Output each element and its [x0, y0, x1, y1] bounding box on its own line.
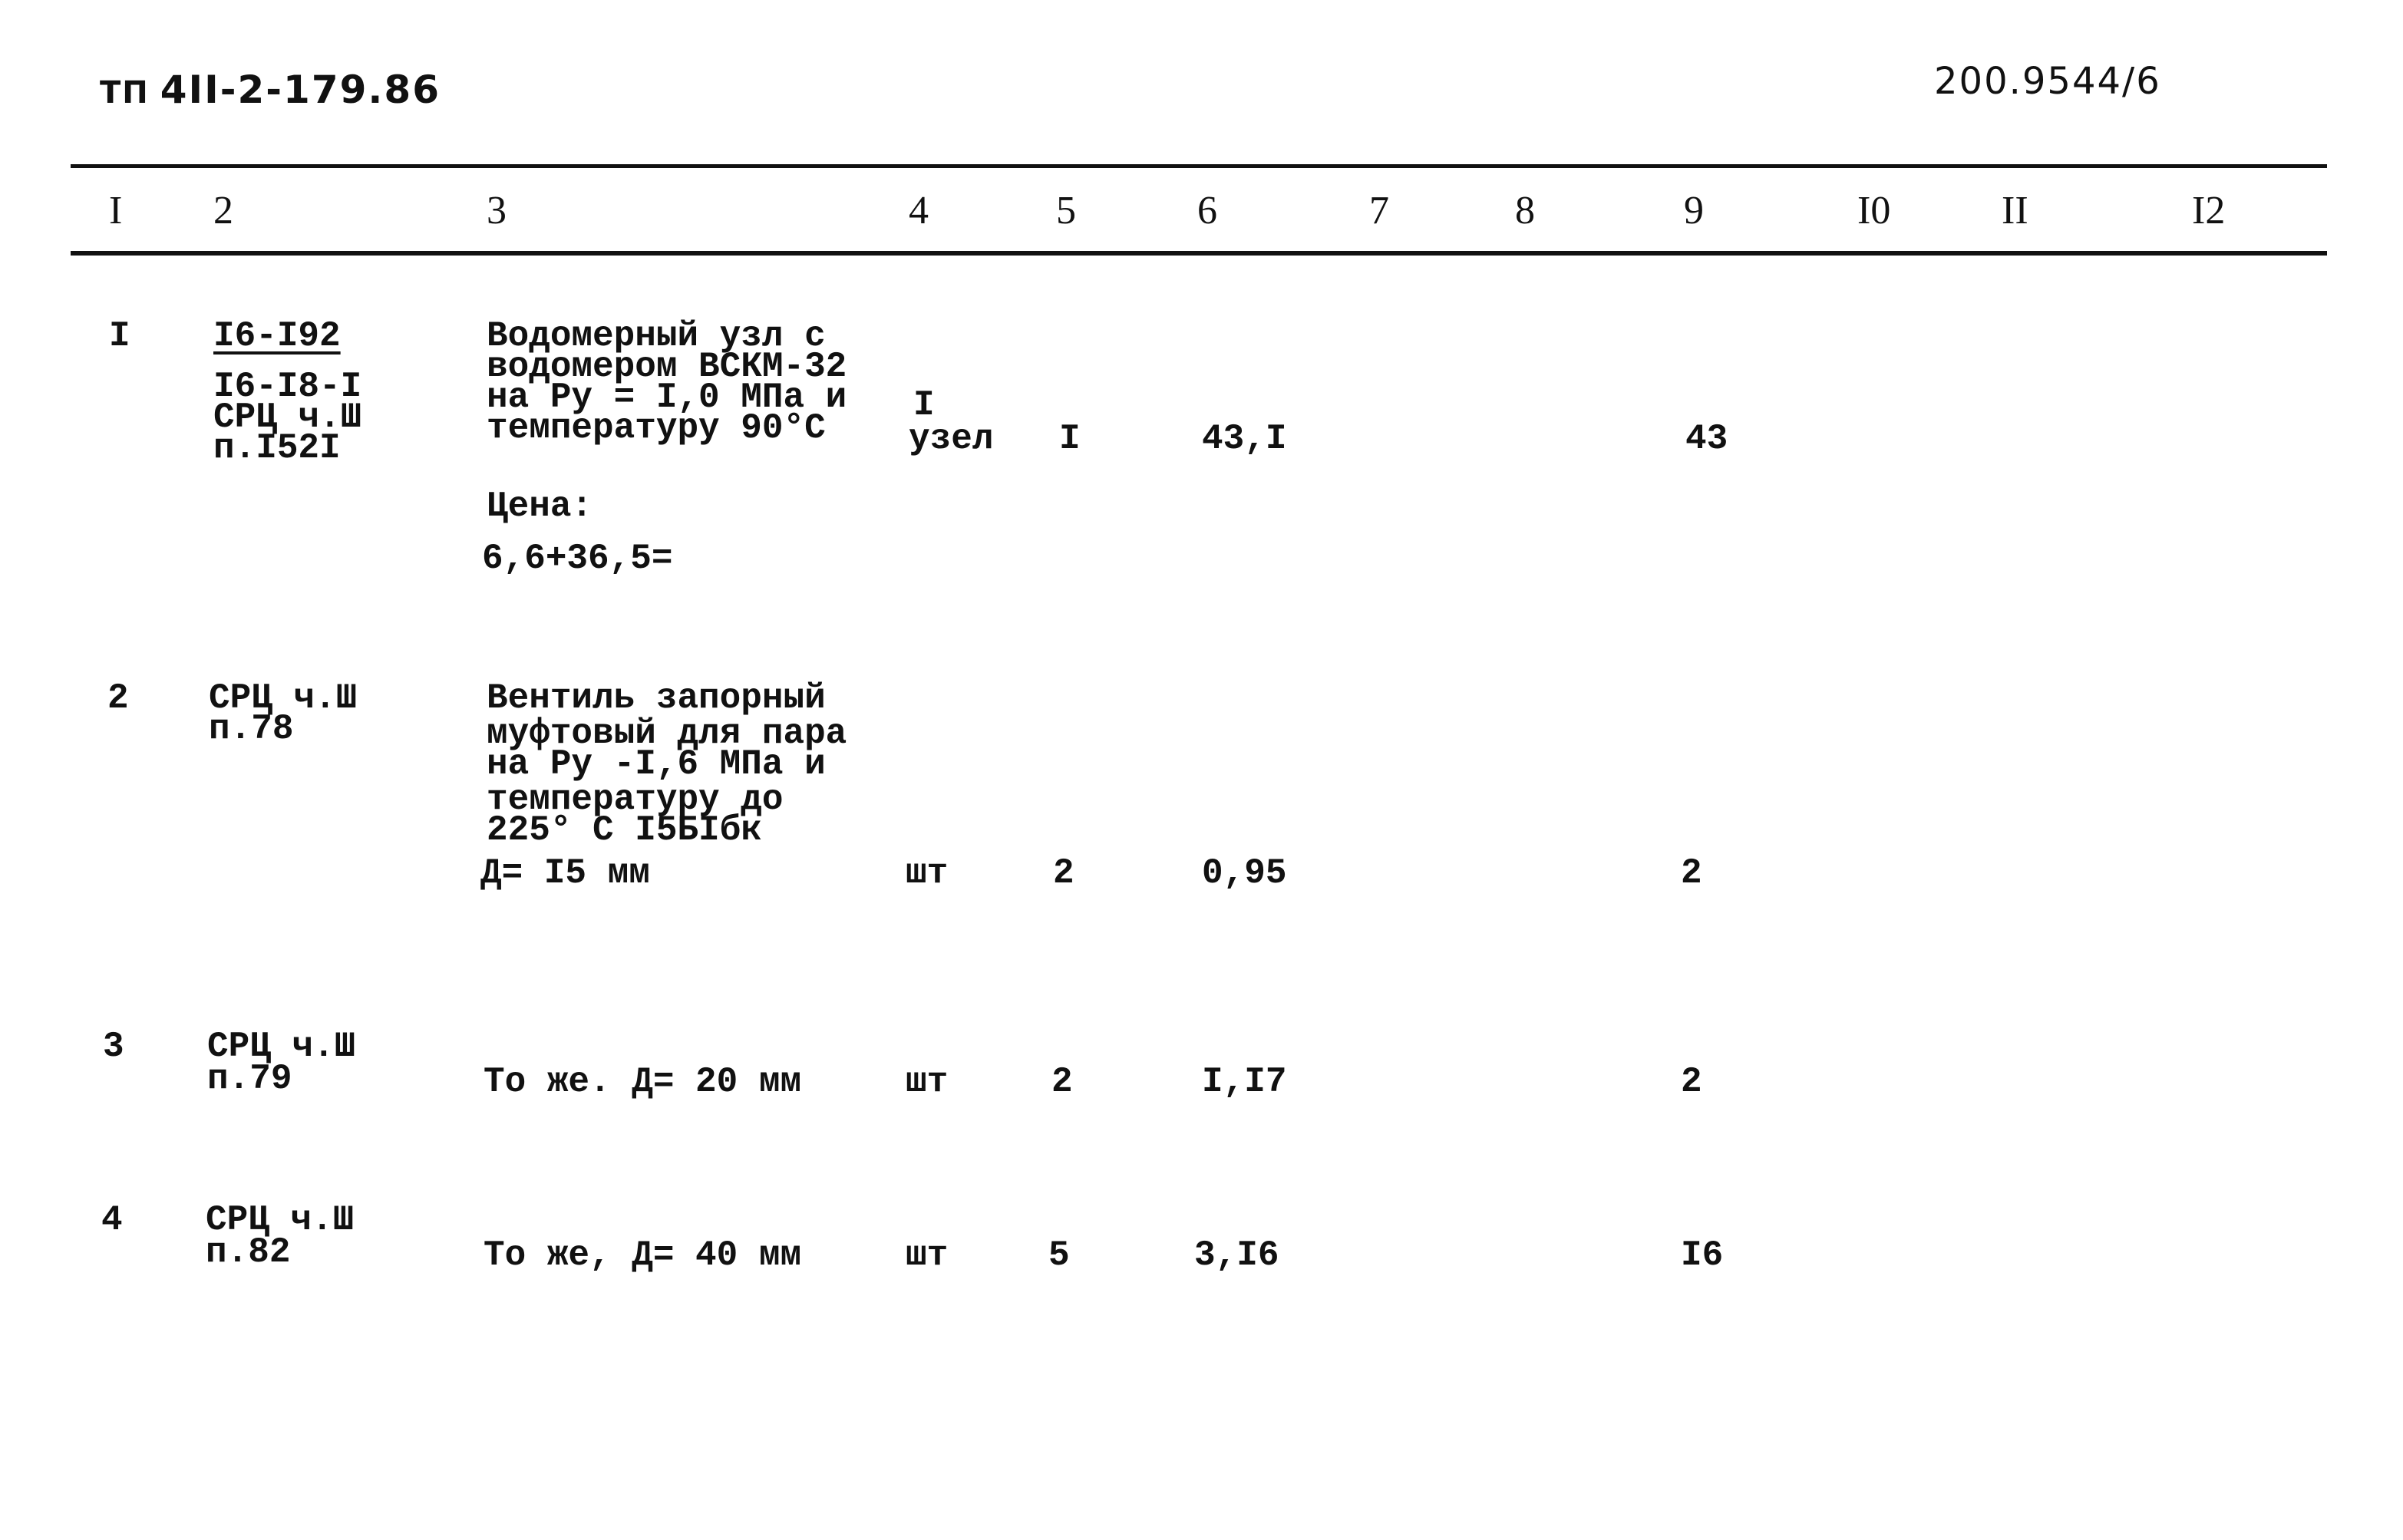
column-header-2: 2 [213, 189, 233, 232]
unit-count: I [913, 385, 935, 425]
row-quantity: I [1059, 419, 1081, 459]
row-reference-line: п.78 [209, 709, 294, 749]
row-description-line: температуру 90°С [487, 408, 826, 448]
row-unit: шт [906, 1062, 949, 1102]
row-description-line: на Ру -I,6 МПа и [487, 744, 826, 784]
row-col6-value: 3,I6 [1194, 1235, 1279, 1275]
table-top-rule [71, 164, 2327, 168]
row-reference-line: СРЦ ч.Ш [206, 1200, 355, 1240]
column-header-5: 5 [1056, 189, 1076, 232]
column-header-7: 7 [1369, 189, 1389, 232]
row-reference-line: п.82 [206, 1232, 291, 1272]
row-col6-value: 43,I [1202, 419, 1287, 459]
sheet-code: 200.9544/6 [1934, 60, 2161, 103]
row-col9-value: 2 [1681, 853, 1702, 893]
column-header-11: II [2002, 189, 2028, 232]
row-col9-value: 2 [1681, 1062, 1702, 1102]
column-header-3: 3 [487, 189, 507, 232]
table-header-rule [71, 251, 2327, 256]
document-code-number: 4II-2-179.86 [160, 68, 441, 112]
column-header-1: I [109, 189, 123, 232]
row-col6-value: 0,95 [1202, 853, 1287, 893]
row-reference-primary: I6-I92 [213, 316, 341, 356]
column-header-9: 9 [1684, 189, 1704, 232]
row-description-line: То же, Д= 40 мм [484, 1235, 802, 1275]
row-quantity: 2 [1051, 1062, 1073, 1102]
row-number: 3 [103, 1027, 124, 1067]
row-description-line: Вентиль запорный [487, 678, 826, 718]
row-unit: шт [906, 853, 949, 893]
price-formula: 6,6+36,5= [482, 539, 673, 579]
row-unit: шт [906, 1235, 949, 1275]
column-header-8: 8 [1515, 189, 1535, 232]
document-code-prefix: ТП [100, 75, 150, 110]
row-reference-line: СРЦ ч.Ш [207, 1027, 356, 1067]
row-number: I [109, 316, 130, 356]
row-reference-line: п.I52I [213, 428, 341, 468]
column-header-4: 4 [909, 189, 929, 232]
row-number: 2 [107, 678, 129, 718]
document-code: ТП 4II-2-179.86 [100, 68, 441, 112]
column-header-12: I2 [2192, 189, 2226, 232]
row-quantity: 2 [1053, 853, 1074, 893]
row-col6-value: I,I7 [1202, 1062, 1287, 1102]
column-header-6: 6 [1197, 189, 1217, 232]
row-description-line: 225° С I5БIбк [487, 810, 762, 850]
row-description-line: То же. Д= 20 мм [484, 1062, 802, 1102]
column-header-10: I0 [1857, 189, 1891, 232]
row-quantity: 5 [1048, 1235, 1070, 1275]
price-label: Цена: [487, 486, 593, 526]
row-col9-value: 43 [1685, 419, 1728, 459]
row-col9-value: I6 [1681, 1235, 1724, 1275]
row-reference-line: п.79 [207, 1059, 292, 1099]
row-description-line: Д= I5 мм [480, 853, 650, 893]
row-unit: узел [909, 419, 994, 459]
row-number: 4 [101, 1200, 123, 1240]
